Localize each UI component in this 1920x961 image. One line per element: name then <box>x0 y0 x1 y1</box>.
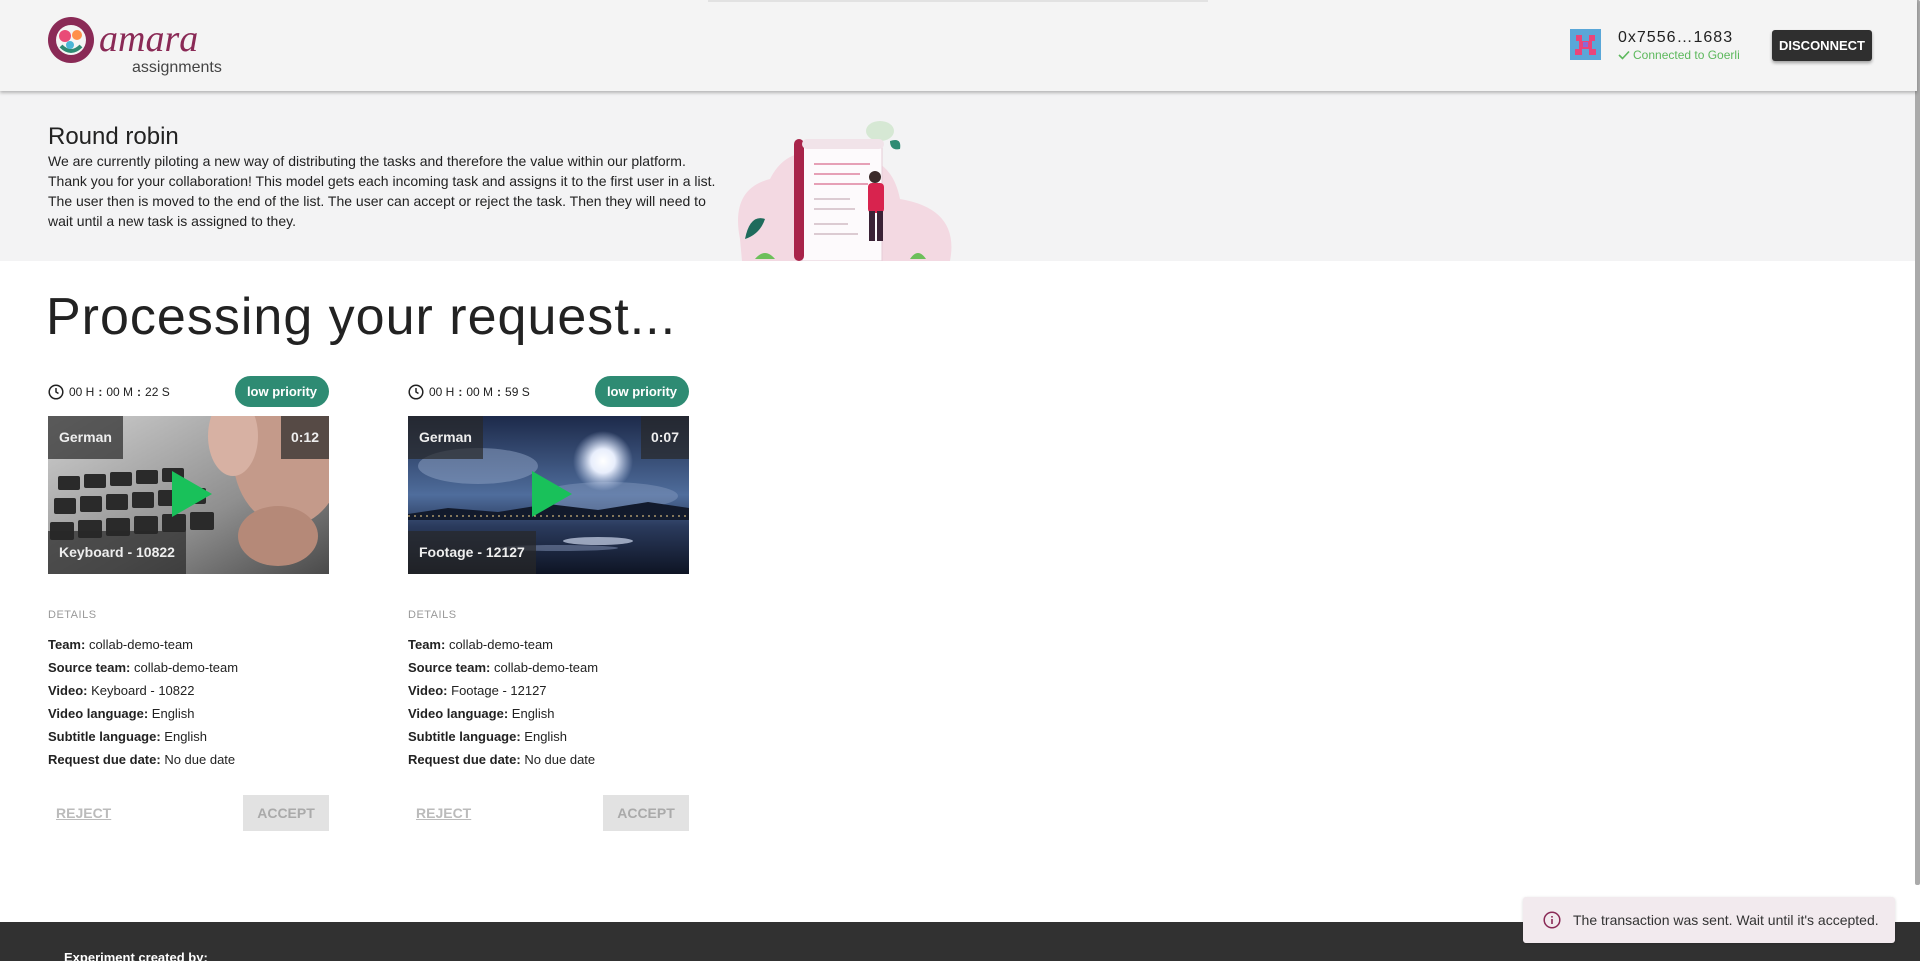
video-language-tag: German <box>48 416 123 459</box>
wallet-address: 0x7556…1683 <box>1618 29 1734 46</box>
timer-separator: : <box>98 385 103 399</box>
detail-team: Team: collab-demo-team <box>48 637 193 652</box>
clock-icon <box>408 384 424 400</box>
reject-button[interactable]: REJECT <box>416 805 471 821</box>
detail-video: Video: Keyboard - 10822 <box>48 683 195 698</box>
video-thumbnail[interactable]: German 0:07 Footage - 12127 <box>408 416 689 574</box>
accept-button[interactable]: ACCEPT <box>603 795 689 831</box>
timer-hours: 00 H <box>69 385 95 399</box>
disconnect-button[interactable]: DISCONNECT <box>1772 30 1872 61</box>
task-actions: REJECT ACCEPT <box>48 795 329 832</box>
details-heading: DETAILS <box>48 609 97 621</box>
play-icon[interactable] <box>172 471 212 517</box>
details-heading: DETAILS <box>408 609 457 621</box>
info-banner: Round robin We are currently piloting a … <box>0 91 1917 262</box>
detail-due-date: Request due date: No due date <box>48 752 236 767</box>
detail-video-language: Video language: English <box>408 706 555 721</box>
notification-toast: The transaction was sent. Wait until it'… <box>1523 897 1895 943</box>
header-divider <box>708 0 1208 2</box>
wallet-info: 0x7556…1683 Connected to Goerli <box>1570 29 1740 62</box>
wallet-avatar <box>1570 29 1601 60</box>
svg-text:amara: amara <box>99 18 198 60</box>
banner-description: We are currently piloting a new way of d… <box>48 153 716 229</box>
timer-separator: : <box>458 385 463 399</box>
task-card: 00 H : 00 M : 22 S low priority German 0… <box>48 376 329 832</box>
detail-video-language: Video language: English <box>48 706 195 721</box>
reject-button[interactable]: REJECT <box>56 805 111 821</box>
video-thumbnail[interactable]: German 0:12 Keyboard - 10822 <box>48 416 329 574</box>
info-icon <box>1543 911 1561 929</box>
timer-hours: 00 H <box>429 385 455 399</box>
detail-video: Video: Footage - 12127 <box>408 683 547 698</box>
page-scrollbar[interactable] <box>1915 0 1920 885</box>
detail-source-team: Source team: collab-demo-team <box>48 660 239 675</box>
connection-status-label: Connected to Goerli <box>1633 48 1740 62</box>
video-language-tag: German <box>408 416 483 459</box>
clock-icon <box>48 384 64 400</box>
detail-team: Team: collab-demo-team <box>408 637 553 652</box>
timer-separator: : <box>137 385 142 399</box>
task-details: DETAILS Team: collab-demo-team Source te… <box>48 609 329 771</box>
accept-button[interactable]: ACCEPT <box>243 795 329 831</box>
video-title: Keyboard - 10822 <box>48 531 186 574</box>
video-duration: 0:07 <box>640 416 689 459</box>
detail-subtitle-language: Subtitle language: English <box>48 729 207 744</box>
task-card: 00 H : 00 M : 59 S low priority German 0… <box>408 376 689 832</box>
task-timer: 00 H : 00 M : 59 S <box>408 384 530 400</box>
detail-source-team: Source team: collab-demo-team <box>408 660 599 675</box>
priority-badge: low priority <box>234 376 329 407</box>
footer-credits: Experiment created by: <box>64 950 208 961</box>
banner-illustration <box>730 119 960 262</box>
play-icon[interactable] <box>532 471 572 517</box>
video-title: Footage - 12127 <box>408 531 536 574</box>
timer-seconds: 59 S <box>505 385 530 399</box>
connection-status: Connected to Goerli <box>1618 48 1740 62</box>
detail-subtitle-language: Subtitle language: English <box>408 729 567 744</box>
person-document-illustration-icon <box>738 121 952 262</box>
app-header: amara assignments 0x7556…1683 Connected … <box>0 0 1917 91</box>
timer-minutes: 00 M <box>466 385 494 399</box>
timer-seconds: 22 S <box>145 385 170 399</box>
timer-separator: : <box>497 385 502 399</box>
task-actions: REJECT ACCEPT <box>408 795 689 832</box>
page-title: Processing your request... <box>46 288 677 346</box>
task-timer: 00 H : 00 M : 22 S <box>48 384 170 400</box>
task-details: DETAILS Team: collab-demo-team Source te… <box>408 609 689 771</box>
priority-badge: low priority <box>594 376 689 407</box>
check-icon <box>1618 50 1630 60</box>
video-duration: 0:12 <box>280 416 329 459</box>
detail-due-date: Request due date: No due date <box>408 752 596 767</box>
banner-title: Round robin <box>48 123 179 150</box>
logo-subtitle: assignments <box>132 59 222 76</box>
toast-message: The transaction was sent. Wait until it'… <box>1573 912 1879 928</box>
timer-minutes: 00 M <box>106 385 134 399</box>
